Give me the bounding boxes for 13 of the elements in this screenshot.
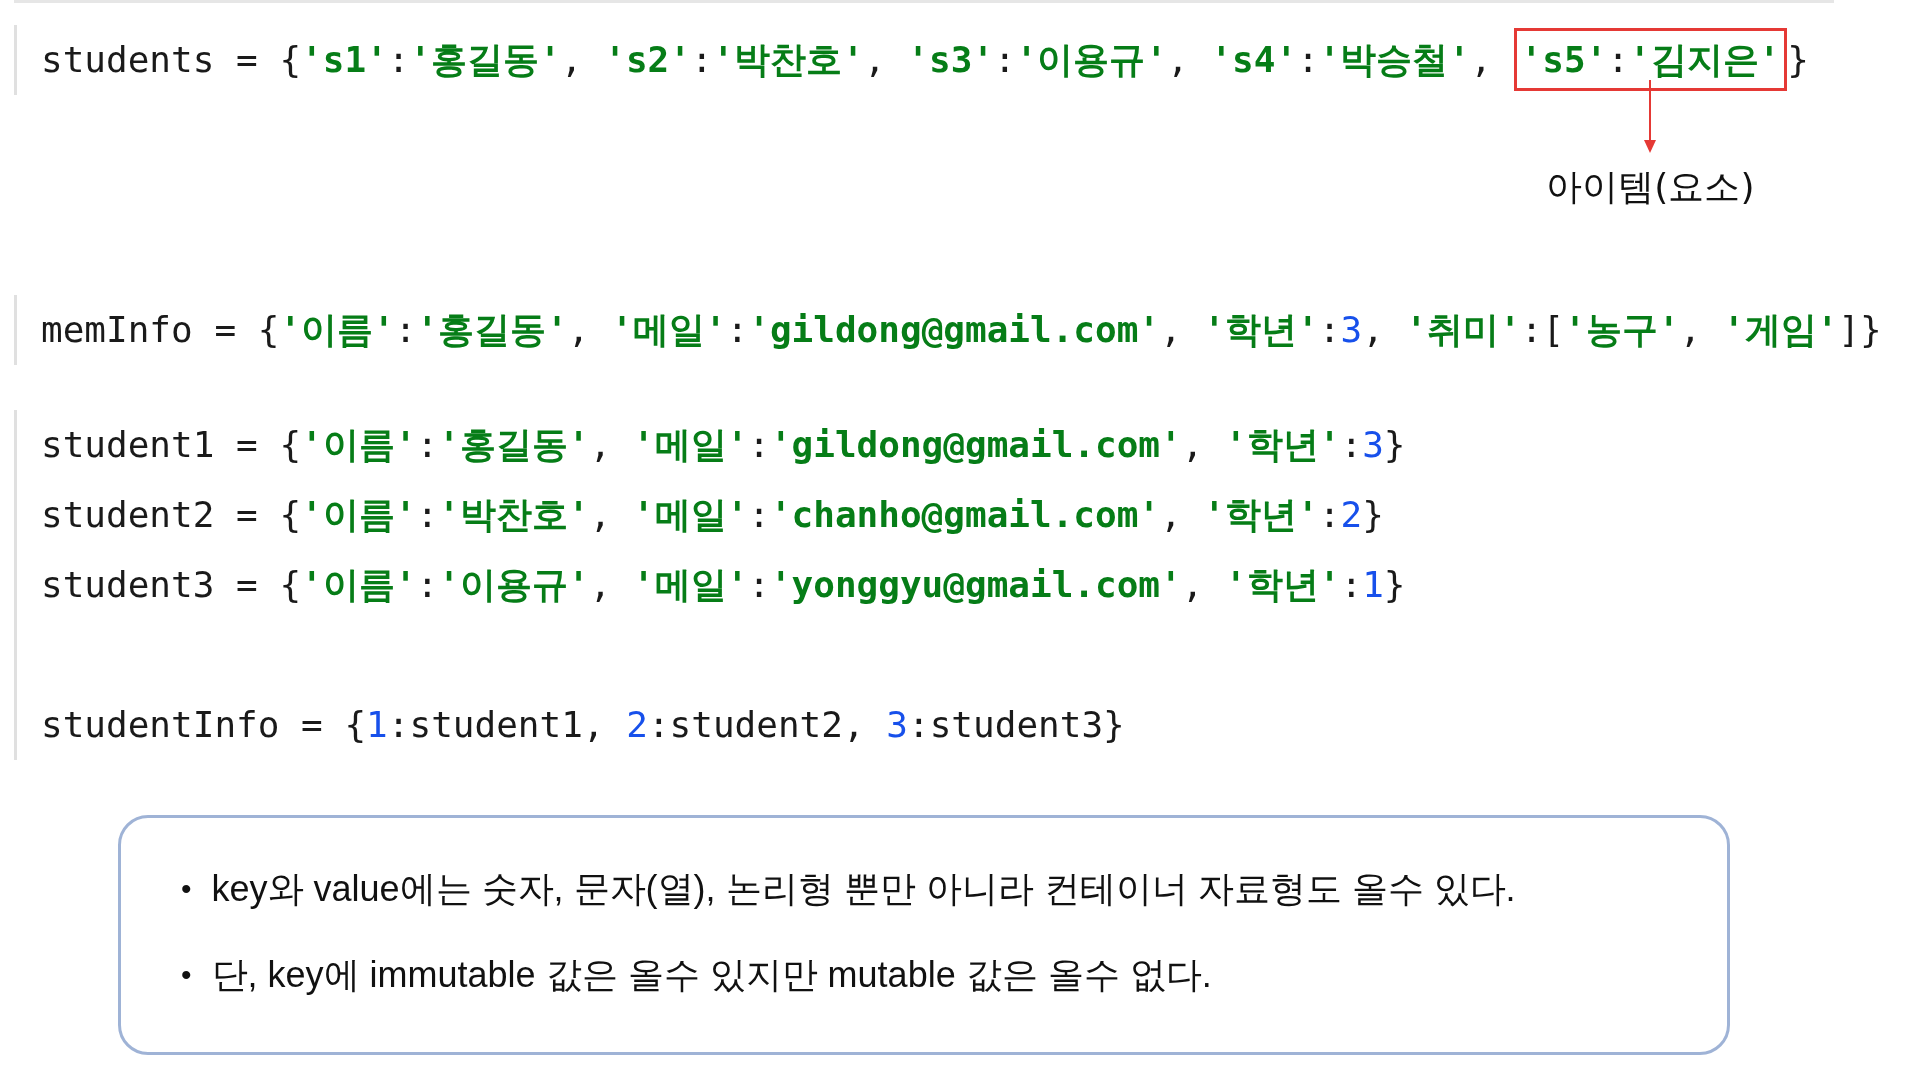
code-text: student3 = {'이름':'이용규', '메일':'yonggyu@gmail.com', '학년':1} [41,564,1406,605]
note-text: key와 value에는 숫자, 문자(열), 논리형 뿐만 아니라 컨테이너 자료형도 올수 있다. [211,866,1516,911]
code-text: memInfo = {'이름':'홍길동', '메일':'gildong@gmail.com', '학년':3, '취미':['농구', '게임']} [41,309,1882,350]
code-text: student2 = {'이름':'박찬호', '메일':'chanho@gmail.com', '학년':2} [41,494,1384,535]
note-text: 단, key에 immutable 값은 올수 있지만 mutable 값은 올수 없다. [211,952,1212,997]
callout-label: 아이템(요소) [1546,165,1755,209]
highlight-box: 's5':'김지은' [1513,28,1788,91]
bullet: • [181,872,192,906]
bullet: • [181,958,192,992]
code-text: studentInfo = {1:student1, 2:student2, 3:student3} [41,704,1125,745]
code-text: students = {'s1':'홍길동', 's2':'박찬호', 's3':'이용규', 's4':'박승철', [41,39,1493,80]
code-text: student1 = {'이름':'홍길동', '메일':'gildong@gmail.com', '학년':3} [41,424,1406,465]
code-text: } [1787,39,1809,80]
